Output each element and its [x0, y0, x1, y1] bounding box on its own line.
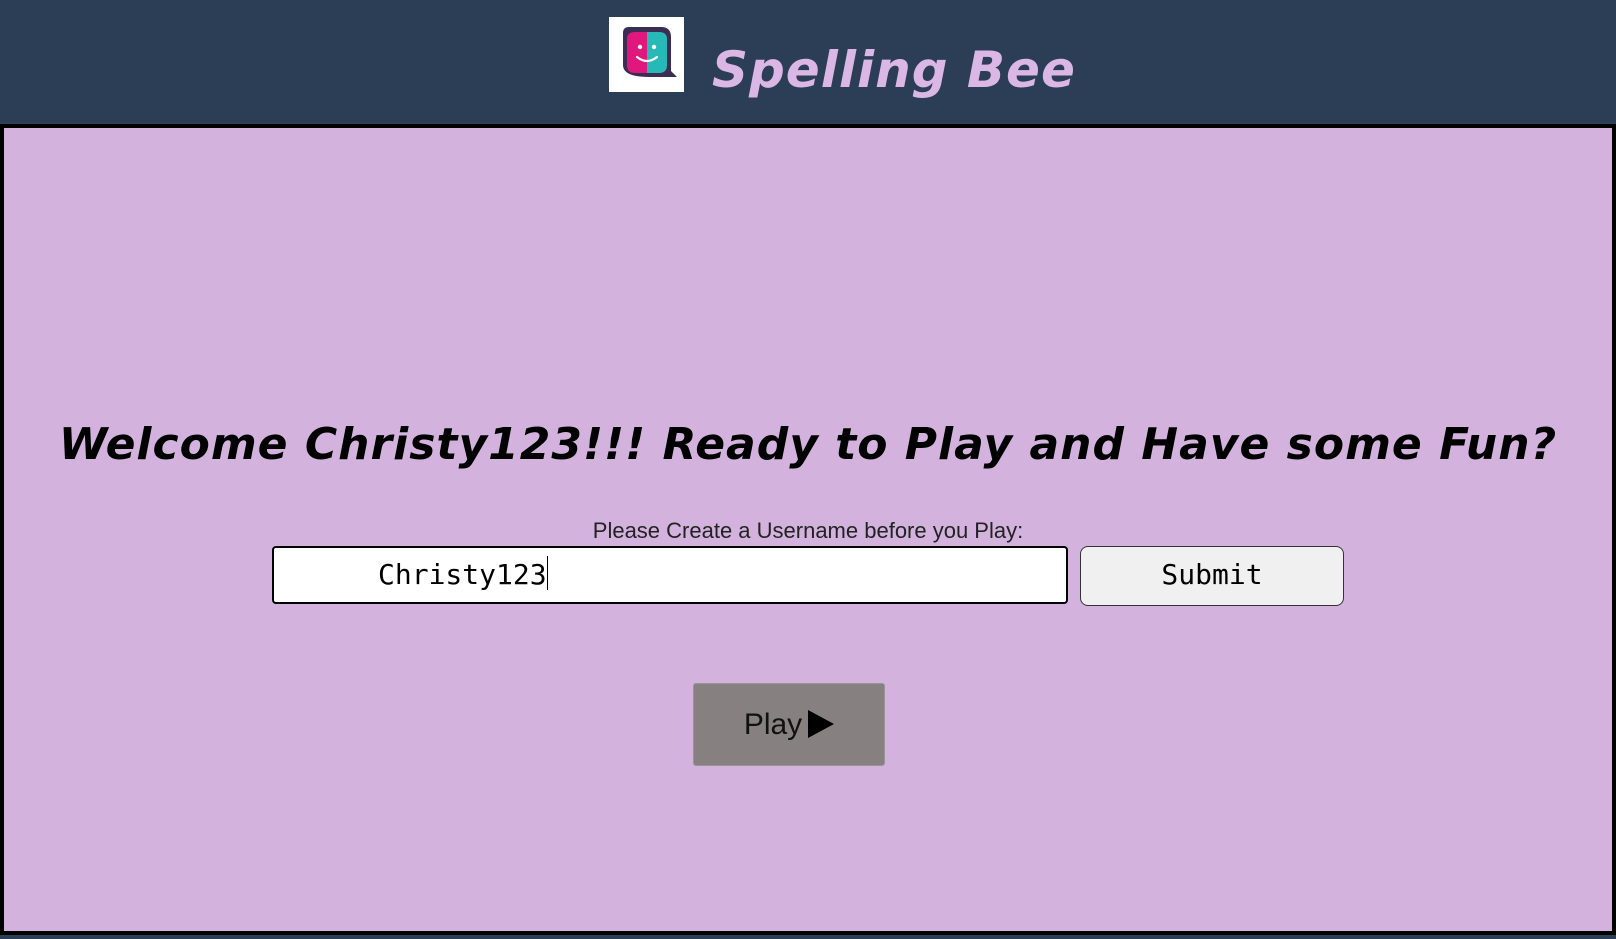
chat-faces-logo-icon: [609, 17, 684, 92]
welcome-heading: Welcome Christy123!!! Ready to Play and …: [58, 419, 1558, 470]
play-button-label: Play: [743, 708, 803, 741]
app-header: Spelling Bee: [0, 0, 1616, 124]
username-input-value: Christy123: [378, 558, 547, 591]
username-prompt-label: Please Create a Username before you Play…: [592, 518, 1024, 543]
submit-button[interactable]: Submit: [1080, 546, 1344, 606]
app-title: Spelling Bee: [712, 41, 1076, 99]
bottom-strip: [0, 935, 1616, 939]
text-caret: [546, 556, 548, 590]
main-panel: Welcome Christy123!!! Ready to Play and …: [0, 124, 1616, 935]
username-input[interactable]: Christy123: [272, 546, 1068, 604]
play-button[interactable]: Play: [693, 683, 885, 766]
play-triangle-icon: [808, 710, 835, 738]
